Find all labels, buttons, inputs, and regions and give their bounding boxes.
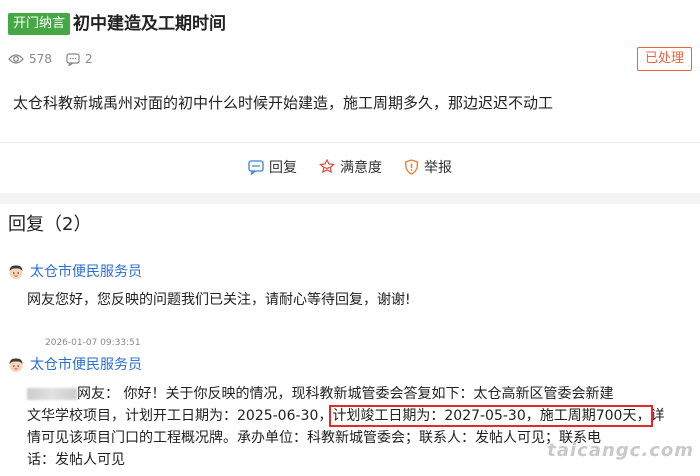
- question-text: 太仓科教新城禹州对面的初中什么时候开始建造，施工周期多久，那边迟迟不动工: [13, 94, 554, 112]
- reply-text-part: 详: [650, 408, 665, 424]
- reply-text-line-2: 文华学校项目，计划开工日期为：2025-06-30，计划竣工日期为：2027-0…: [27, 405, 664, 427]
- satisfaction-icon: [319, 159, 335, 174]
- divider: [0, 142, 700, 143]
- report-label: 举报: [424, 160, 452, 176]
- reply-author: 太仓市便民服务员: [8, 356, 142, 374]
- eye-icon: [8, 54, 24, 64]
- status-badge: 已处理: [636, 47, 692, 71]
- comment-icon: [66, 52, 80, 66]
- satisfaction-button[interactable]: 满意度: [319, 157, 382, 177]
- reply-text-line-1: 网友： 你好！关于你反映的情况，现科教新城管委会答复如下：太仓高新区管委会新建: [27, 383, 613, 405]
- reply-text-line-4: 话：发帖人可见: [27, 452, 125, 468]
- avatar-icon: [9, 265, 23, 279]
- category-tag: 开门纳言: [8, 13, 71, 35]
- warning-icon: [404, 159, 419, 175]
- reply-text-part: 文华学校项目，计划开工日期为：2025-06-30，: [27, 408, 333, 424]
- report-button[interactable]: 举报: [404, 157, 452, 177]
- comment-count-value: 2: [85, 52, 93, 66]
- watermark: taicangc.com: [547, 440, 694, 461]
- avatar-icon: [9, 358, 23, 372]
- reply-text: 网友您好，您反映的问题我们已关注，请耐心等待回复，谢谢!: [27, 292, 411, 308]
- reply-author-name[interactable]: 太仓市便民服务员: [30, 263, 142, 281]
- reply-button[interactable]: 回复: [248, 157, 297, 177]
- reply-timestamp: 2026-01-07 09:33:51: [45, 338, 141, 348]
- action-bar: 回复 满意度 举报: [0, 156, 700, 178]
- redacted-username: [27, 388, 77, 400]
- satisfaction-label: 满意度: [340, 160, 382, 176]
- highlighted-completion-date: 计划竣工日期为：2027-05-30，施工周期700天，: [329, 405, 654, 427]
- replies-heading: 回复（2）: [8, 214, 92, 235]
- view-count-value: 578: [29, 52, 52, 66]
- post-title: 初中建造及工期时间: [73, 14, 226, 34]
- reply-author-name[interactable]: 太仓市便民服务员: [30, 356, 142, 374]
- reply-text-line-3: 情可见该项目门口的工程概况牌。承办单位：科教新城管委会；联系人：发帖人可见；联系…: [27, 430, 601, 446]
- view-count: 578: [8, 52, 52, 66]
- reply-author: 太仓市便民服务员: [8, 263, 142, 281]
- reply-icon: [248, 159, 264, 175]
- reply-label: 回复: [269, 160, 297, 176]
- reply-text-part: 网友： 你好！关于你反映的情况，现科教新城管委会答复如下：太仓高新区管委会新建: [77, 386, 614, 402]
- section-separator: [0, 193, 700, 204]
- comment-count: 2: [66, 52, 93, 66]
